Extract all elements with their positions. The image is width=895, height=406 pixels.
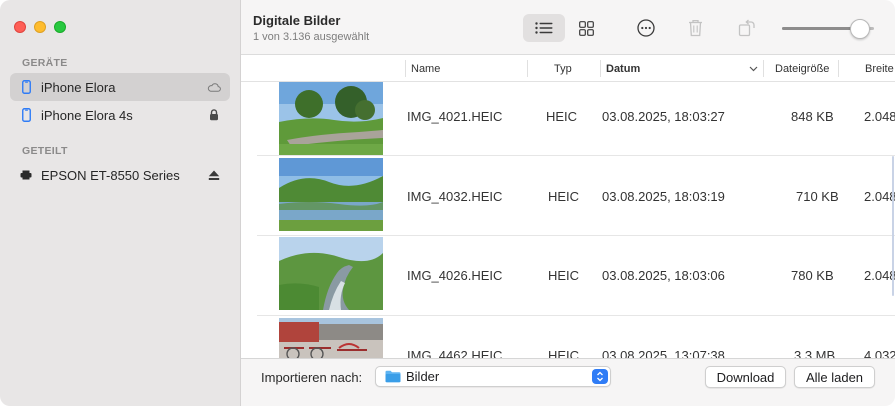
selection-status: 1 von 3.136 ausgewählt [253, 31, 370, 43]
column-separator [600, 60, 601, 77]
import-destination-select[interactable]: Bilder [375, 366, 611, 387]
photo-thumbnail[interactable] [279, 237, 383, 310]
rotate-button[interactable] [726, 14, 768, 42]
sidebar-item-epson-printer[interactable]: EPSON ET-8550 Series [10, 161, 230, 189]
slider-knob[interactable] [850, 19, 871, 39]
import-destination-label: Importieren nach: [261, 370, 363, 385]
iphone-icon [20, 108, 32, 122]
toolbar: Digitale Bilder 1 von 3.136 ausgewählt [241, 0, 895, 55]
column-header-type[interactable]: Typ [554, 55, 572, 82]
file-type: HEIC [548, 268, 580, 283]
close-window-button[interactable] [14, 21, 26, 33]
table-row[interactable]: IMG_4032.HEIC HEIC 03.08.2025, 18:03:19 … [241, 156, 895, 236]
zoom-window-button[interactable] [54, 21, 66, 33]
column-separator [838, 60, 839, 77]
photo-thumbnail[interactable] [279, 318, 383, 358]
photo-thumbnail[interactable] [279, 158, 383, 231]
column-header-size[interactable]: Dateigröße [775, 55, 829, 82]
image-list: IMG_4021.HEIC HEIC 03.08.2025, 18:03:27 … [241, 82, 895, 358]
file-name: IMG_4032.HEIC [407, 189, 503, 204]
select-stepper-icon [592, 369, 608, 384]
more-button[interactable] [625, 14, 667, 42]
lock-icon [204, 109, 224, 121]
slider-fill [782, 27, 861, 30]
file-name: IMG_4026.HEIC [407, 268, 503, 283]
download-button[interactable]: Download [705, 366, 786, 388]
column-separator [527, 60, 528, 77]
grid-view-icon [578, 20, 594, 36]
window-title: Digitale Bilder [253, 13, 341, 28]
file-size: 3,3 MB [794, 348, 836, 358]
table-row[interactable]: IMG_4026.HEIC HEIC 03.08.2025, 18:03:06 … [241, 236, 895, 316]
section-title-devices: GERÄTE [22, 57, 68, 69]
file-size: 848 KB [791, 109, 834, 124]
download-all-button[interactable]: Alle laden [794, 366, 875, 388]
sidebar-item-label: EPSON ET-8550 Series [41, 167, 180, 183]
image-width: 2.048 [864, 268, 895, 283]
folder-icon [385, 370, 401, 383]
table-row[interactable]: IMG_4462.HEIC HEIC 03.08.2025, 13:07:38 … [241, 316, 895, 358]
more-icon [637, 19, 655, 37]
image-capture-window: GERÄTE iPhone Elora iPhone Elora 4s GETE… [0, 0, 895, 406]
file-date: 03.08.2025, 18:03:06 [602, 268, 725, 283]
column-header-name[interactable]: Name [411, 55, 440, 82]
list-view-icon [535, 22, 553, 34]
image-width: 4.032 [864, 348, 895, 358]
file-date: 03.08.2025, 18:03:27 [602, 109, 725, 124]
file-type: HEIC [546, 109, 578, 124]
printer-icon [20, 170, 32, 180]
file-type: HEIC [548, 348, 580, 358]
sidebar-item-iphone-elora-4s[interactable]: iPhone Elora 4s [10, 101, 230, 129]
eject-icon[interactable] [204, 170, 224, 181]
sort-chevron-down-icon[interactable] [749, 55, 758, 82]
cloud-icon [204, 82, 224, 92]
column-header-width[interactable]: Breite [865, 55, 894, 82]
grid-view-button[interactable] [565, 14, 607, 42]
list-view-button[interactable] [523, 14, 565, 42]
file-date: 03.08.2025, 13:07:38 [602, 348, 725, 358]
sidebar: GERÄTE iPhone Elora iPhone Elora 4s GETE… [0, 0, 241, 406]
table-header: Name Typ Datum Dateigröße Breite [241, 55, 895, 82]
delete-button[interactable] [674, 14, 716, 42]
image-width: 2.048 [864, 109, 895, 124]
sidebar-item-label: iPhone Elora [41, 79, 116, 95]
file-size: 710 KB [796, 189, 839, 204]
sidebar-item-iphone-elora[interactable]: iPhone Elora [10, 73, 230, 101]
file-name: IMG_4021.HEIC [407, 109, 503, 124]
sidebar-item-label: iPhone Elora 4s [41, 107, 133, 123]
table-row[interactable]: IMG_4021.HEIC HEIC 03.08.2025, 18:03:27 … [241, 82, 895, 162]
image-width: 2.048 [864, 189, 895, 204]
photo-thumbnail[interactable] [279, 82, 383, 155]
trash-icon [688, 19, 702, 37]
import-destination-value: Bilder [406, 369, 440, 384]
iphone-icon [20, 80, 32, 94]
file-size: 780 KB [791, 268, 834, 283]
column-separator [763, 60, 764, 77]
column-header-date[interactable]: Datum [606, 55, 640, 82]
import-bar: Importieren nach: Bilder Download Alle l… [241, 358, 895, 406]
file-name: IMG_4462.HEIC [407, 348, 503, 358]
file-date: 03.08.2025, 18:03:19 [602, 189, 725, 204]
scrollbar[interactable] [892, 156, 894, 296]
rotate-icon [738, 19, 755, 37]
window-controls [14, 21, 66, 33]
file-type: HEIC [548, 189, 580, 204]
column-separator [405, 60, 406, 77]
minimize-window-button[interactable] [34, 21, 46, 33]
section-title-shared: GETEILT [22, 145, 68, 157]
